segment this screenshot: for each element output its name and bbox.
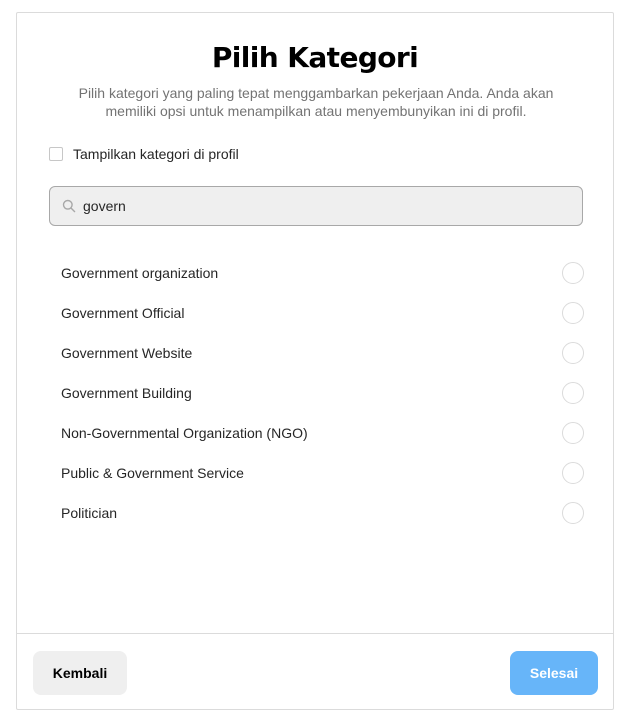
category-radio[interactable]: [562, 382, 584, 404]
dialog-subtitle: Pilih kategori yang paling tepat menggam…: [78, 85, 554, 119]
search-box[interactable]: [49, 186, 583, 226]
dialog-footer: Kembali Selesai: [17, 633, 613, 709]
category-radio[interactable]: [562, 422, 584, 444]
list-item[interactable]: Government Website: [61, 333, 584, 373]
show-category-label: Tampilkan kategori di profil: [73, 146, 239, 162]
list-item[interactable]: Politician: [61, 493, 584, 533]
search-input[interactable]: [83, 198, 543, 214]
category-radio[interactable]: [562, 262, 584, 284]
list-item[interactable]: Government Building: [61, 373, 584, 413]
category-dialog: Pilih Kategori Pilih kategori yang palin…: [16, 12, 614, 710]
category-label: Government organization: [61, 265, 219, 281]
category-label: Government Building: [61, 385, 192, 401]
list-item[interactable]: Non-Governmental Organization (NGO): [61, 413, 584, 453]
list-item[interactable]: Public & Government Service: [61, 453, 584, 493]
category-radio[interactable]: [562, 342, 584, 364]
category-label: Public & Government Service: [61, 465, 244, 481]
category-label: Government Website: [61, 345, 193, 361]
category-label: Non-Governmental Organization (NGO): [61, 425, 308, 441]
list-item[interactable]: Government organization: [61, 253, 584, 293]
show-category-checkbox[interactable]: [49, 147, 63, 161]
category-radio[interactable]: [562, 502, 584, 524]
search-icon: [62, 199, 76, 213]
show-category-toggle[interactable]: Tampilkan kategori di profil: [49, 146, 239, 162]
category-label: Government Official: [61, 305, 185, 321]
category-radio[interactable]: [562, 462, 584, 484]
list-item[interactable]: Government Official: [61, 293, 584, 333]
dialog-title: Pilih Kategori: [211, 41, 419, 74]
category-list: Government organization Government Offic…: [61, 253, 584, 533]
back-button[interactable]: Kembali: [33, 651, 127, 695]
category-radio[interactable]: [562, 302, 584, 324]
done-button[interactable]: Selesai: [510, 651, 598, 695]
category-label: Politician: [61, 505, 118, 521]
